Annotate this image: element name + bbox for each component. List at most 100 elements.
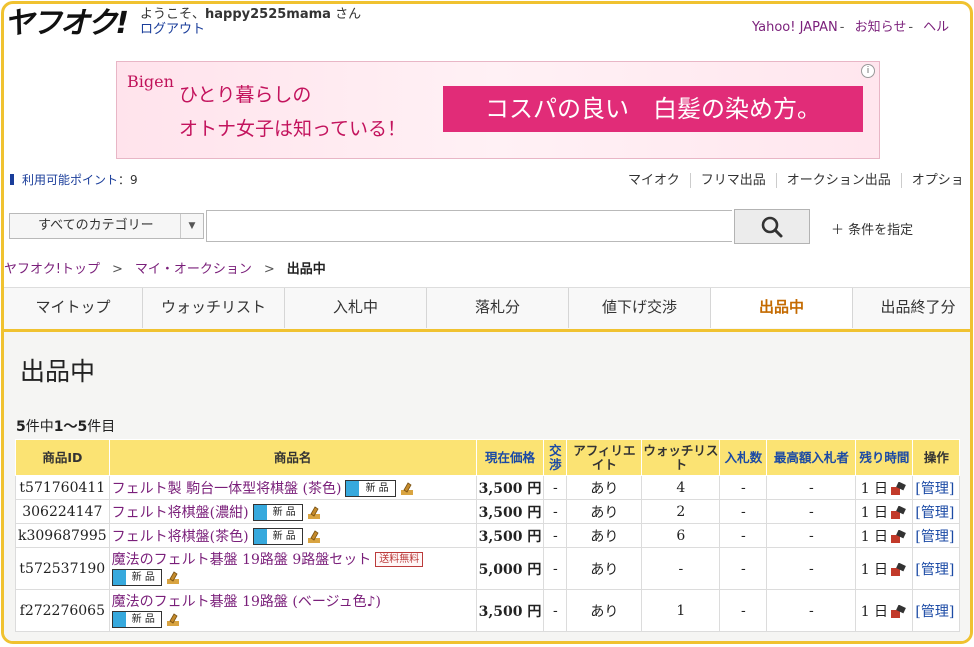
new-badge-label: 新 品 <box>272 531 296 542</box>
col-remaining-time[interactable]: 残り時間 <box>855 439 914 476</box>
item-id: 306224147 <box>15 499 110 524</box>
current-price: 3,500 円 <box>475 499 545 524</box>
new-item-badge: 新 品 <box>111 569 162 586</box>
points-value: ：9 <box>118 173 138 187</box>
search-icon <box>761 216 783 238</box>
col-top-bidder[interactable]: 最高額入札者 <box>766 439 857 476</box>
manage-link[interactable]: [管理] <box>912 523 961 548</box>
manage-link[interactable]: [管理] <box>912 589 961 632</box>
yahoo-auction-logo[interactable]: ヤフオク! <box>4 6 129 42</box>
edit-pencil-icon[interactable] <box>307 505 321 520</box>
category-select-value: すべてのカテゴリー <box>38 218 154 233</box>
tab-won[interactable]: 落札分 <box>427 288 569 328</box>
manage-link[interactable]: [管理] <box>912 547 961 590</box>
new-item-badge: 新 品 <box>111 611 162 628</box>
top-bidder: - <box>766 499 857 524</box>
item-name-cell: フェルト製 駒台一体型将棋盤 (茶色) 新 品 <box>108 475 477 500</box>
col-current-price[interactable]: 現在価格 <box>475 439 545 476</box>
menu-auction-listing[interactable]: オークション出品 <box>776 173 902 188</box>
manage-link[interactable]: [管理] <box>912 499 961 524</box>
new-badge-icon <box>112 570 126 585</box>
ad-banner[interactable]: Bigen ひとり暮らしの オトナ女子は知っている！ コスパの良い 白髪の染め方… <box>116 61 880 159</box>
affiliate: あり <box>566 589 643 632</box>
col-item-name: 商品名 <box>108 439 477 476</box>
affiliate: あり <box>566 475 643 500</box>
current-price: 3,500 円 <box>475 589 545 632</box>
remaining-time-cell: 1 日 <box>855 547 914 590</box>
count-total: 5 <box>16 419 26 435</box>
col-bid-count[interactable]: 入札数 <box>719 439 768 476</box>
logout-link[interactable]: ログアウト <box>140 22 205 38</box>
page-frame: ヤフオク! ようこそ、happy2525mama さん ログアウト Yahoo!… <box>1 1 973 644</box>
remaining-time: 1 日 <box>860 480 889 497</box>
table-row: 306224147 フェルト将棋盤(濃紺) 新 品 3,500 円 - あり 2 … <box>15 499 961 524</box>
new-item-badge: 新 品 <box>252 504 303 521</box>
main-content: 出品中 5件中1〜5件目 商品ID 商品名 現在価格 交渉 アフィリエイト ウォ… <box>4 332 970 641</box>
menu-flea-listing[interactable]: フリマ出品 <box>690 173 777 188</box>
manage-link-label[interactable]: [管理] <box>915 562 954 578</box>
yahoo-japan-link[interactable]: Yahoo! JAPAN <box>752 20 838 35</box>
tab-watchlist[interactable]: ウォッチリスト <box>143 288 285 328</box>
breadcrumb-current: 出品中 <box>286 262 326 277</box>
negotiation: - <box>543 589 568 632</box>
specify-conditions-link[interactable]: ＋ 条件を指定 <box>831 219 913 238</box>
breadcrumb-my-auction[interactable]: マイ・オークション <box>135 262 252 277</box>
tab-price-negotiation[interactable]: 値下げ交渉 <box>569 288 711 328</box>
edit-pencil-icon[interactable] <box>307 529 321 544</box>
edit-pencil-icon[interactable] <box>400 481 414 496</box>
item-title-link[interactable]: 魔法のフェルト碁盤 19路盤 (ベージュ色♪) <box>112 594 381 610</box>
item-title-link[interactable]: フェルト製 駒台一体型将棋盤 (茶色) <box>112 481 342 497</box>
welcome-suffix: さん <box>330 7 362 22</box>
bid-count: - <box>719 499 768 524</box>
manage-link-label[interactable]: [管理] <box>915 481 954 497</box>
manage-link-label[interactable]: [管理] <box>915 529 954 545</box>
item-id: f272276065 <box>15 589 110 632</box>
item-title-link[interactable]: 魔法のフェルト碁盤 19路盤 9路盤セット <box>112 552 372 568</box>
notice-link[interactable]: お知らせ <box>855 20 907 35</box>
affiliate: あり <box>566 499 643 524</box>
tab-my-top[interactable]: マイトップ <box>4 288 143 328</box>
search-button[interactable] <box>734 209 810 244</box>
tab-bar: マイトップ ウォッチリスト 入札中 落札分 値下げ交渉 出品中 出品終了分 <box>4 287 970 333</box>
col-watchlist: ウォッチリスト <box>641 439 721 476</box>
new-badge-label: 新 品 <box>272 507 296 518</box>
ad-copy-line2: オトナ女子は知っている！ <box>179 118 407 140</box>
item-title-link[interactable]: フェルト将棋盤(濃紺) <box>112 505 249 521</box>
new-badge-icon <box>253 529 267 544</box>
manage-link-label[interactable]: [管理] <box>915 604 954 620</box>
category-select[interactable]: すべてのカテゴリー ▼ <box>9 213 204 239</box>
new-badge-icon <box>112 612 126 627</box>
auction-status-icon <box>891 529 906 543</box>
auction-status-icon <box>891 562 906 576</box>
negotiation: - <box>543 475 568 500</box>
ad-brand: Bigen <box>127 72 174 91</box>
welcome-message: ようこそ、happy2525mama さん <box>140 7 361 23</box>
count-range: 1〜5 <box>53 419 88 435</box>
edit-pencil-icon[interactable] <box>166 612 180 627</box>
bid-count: - <box>719 547 768 590</box>
edit-pencil-icon[interactable] <box>166 570 180 585</box>
breadcrumb-top[interactable]: ヤフオク!トップ <box>4 262 100 277</box>
tab-bidding[interactable]: 入札中 <box>285 288 427 328</box>
menu-options[interactable]: オプショ <box>902 173 970 188</box>
manage-link-label[interactable]: [管理] <box>915 505 954 521</box>
listing-table: 商品ID 商品名 現在価格 交渉 アフィリエイト ウォッチリスト 入札数 最高額… <box>15 439 961 632</box>
manage-link[interactable]: [管理] <box>912 475 961 500</box>
help-link[interactable]: ヘル <box>923 20 949 35</box>
tab-selling[interactable]: 出品中 <box>711 288 853 328</box>
col-negotiation[interactable]: 交渉 <box>543 439 568 476</box>
item-title-link[interactable]: フェルト将棋盤(茶色) <box>112 529 249 545</box>
points-label[interactable]: 利用可能ポイント <box>22 173 118 187</box>
search-input[interactable] <box>206 210 732 242</box>
current-price: 3,500 円 <box>475 523 545 548</box>
tab-closed-listings[interactable]: 出品終了分 <box>853 288 970 328</box>
menu-my-auction[interactable]: マイオク <box>628 173 691 188</box>
table-row: t571760411 フェルト製 駒台一体型将棋盤 (茶色) 新 品 3,500 … <box>15 475 961 500</box>
count-label: 件中 <box>25 419 54 435</box>
top-bidder: - <box>766 589 857 632</box>
affiliate: あり <box>566 547 643 590</box>
table-row: t572537190 魔法のフェルト碁盤 19路盤 9路盤セット 送料無料新 品 … <box>15 547 961 590</box>
ad-info-icon[interactable]: i <box>861 64 875 78</box>
item-name-cell: 魔法のフェルト碁盤 19路盤 (ベージュ色♪) 新 品 <box>108 589 477 632</box>
new-badge-icon <box>346 481 360 496</box>
